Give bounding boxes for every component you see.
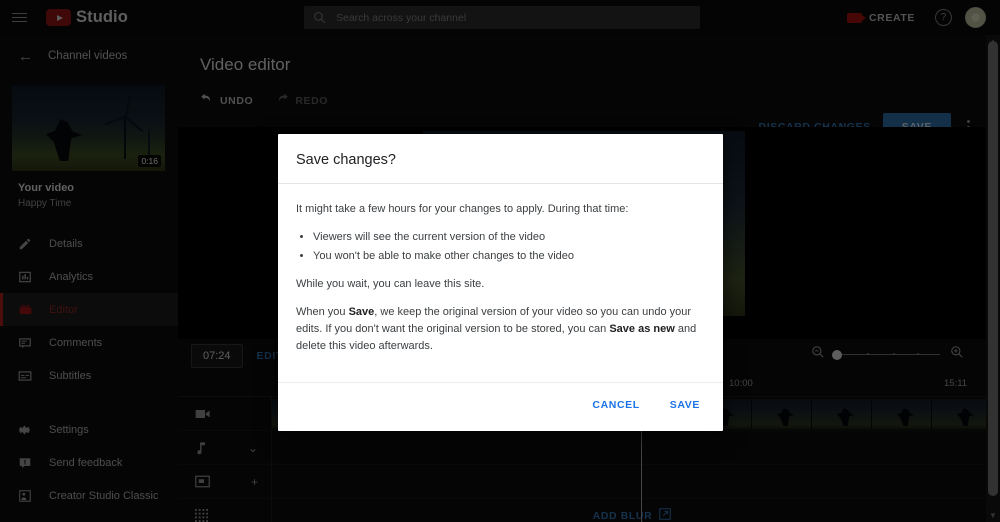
list-item: You won't be able to make other changes … <box>313 248 705 265</box>
cancel-button[interactable]: CANCEL <box>583 392 648 418</box>
dialog-bold-save-as-new: Save as new <box>609 323 675 336</box>
dialog-note: While you wait, you can leave this site. <box>296 278 485 291</box>
dialog-footer: CANCEL SAVE <box>278 382 723 431</box>
dialog-bold-save: Save <box>348 306 375 319</box>
save-changes-dialog: Save changes? It might take a few hours … <box>278 134 723 432</box>
dialog-paragraph: When you Save, we keep the original vers… <box>296 304 705 355</box>
dialog-bullet-list: Viewers will see the current version of … <box>313 229 705 265</box>
dialog-para-part: When you <box>296 306 349 319</box>
dialog-intro: It might take a few hours for your chang… <box>296 203 629 215</box>
list-item: Viewers will see the current version of … <box>313 229 705 246</box>
dialog-title: Save changes? <box>278 134 723 184</box>
dialog-body: It might take a few hours for your chang… <box>278 184 723 382</box>
dialog-save-button[interactable]: SAVE <box>661 392 709 418</box>
